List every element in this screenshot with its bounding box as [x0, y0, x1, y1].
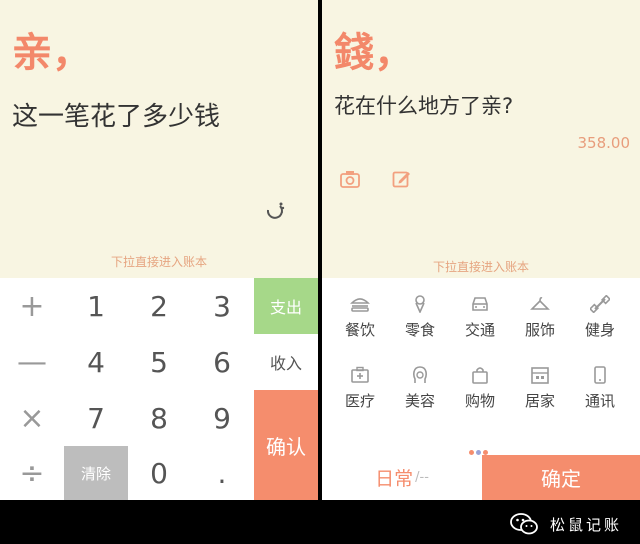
- clear-button[interactable]: 清除: [64, 446, 128, 500]
- bag-icon: [472, 367, 488, 384]
- key-4[interactable]: 4: [64, 334, 128, 390]
- dumbbell-icon: [590, 295, 610, 313]
- divide-key[interactable]: ÷: [0, 446, 64, 500]
- voice-icon[interactable]: [264, 198, 286, 220]
- greeting-title: 亲，: [12, 29, 92, 76]
- category-medical[interactable]: 医疗: [330, 366, 390, 411]
- category-label: 医疗: [344, 392, 375, 410]
- category-beauty[interactable]: 美容: [390, 366, 450, 411]
- camera-icon[interactable]: [340, 170, 360, 188]
- medkit-icon: [351, 366, 369, 383]
- wechat-icon: [510, 513, 538, 535]
- key-3[interactable]: 3: [190, 278, 254, 334]
- watermark: 松鼠记账: [510, 512, 622, 536]
- key-0[interactable]: 0: [128, 446, 190, 500]
- amount-header: 亲， 这一笔花了多少钱 下拉直接进入账本: [0, 0, 318, 278]
- burger-icon: [350, 298, 370, 312]
- mode-suffix: /--: [415, 470, 429, 485]
- face-icon: [413, 366, 427, 383]
- category-clothing[interactable]: 服饰: [510, 295, 570, 340]
- money-title: 錢，: [334, 29, 414, 76]
- plus-key[interactable]: +: [0, 278, 64, 334]
- pull-down-hint-right: 下拉直接进入账本: [432, 260, 529, 274]
- footer-bar: 松鼠记账: [0, 500, 640, 544]
- mode-selector[interactable]: 日常/--: [322, 455, 482, 500]
- car-icon: [472, 297, 488, 311]
- house-icon: [531, 367, 549, 384]
- minus-key[interactable]: —: [0, 334, 64, 390]
- amount-display: 358.00: [577, 134, 631, 152]
- category-header: 錢， 花在什么地方了亲? 358.00 下拉直接进入账本: [322, 0, 640, 278]
- category-label: 交通: [464, 321, 495, 339]
- key-6[interactable]: 6: [190, 334, 254, 390]
- key-7[interactable]: 7: [64, 390, 128, 446]
- confirm-button[interactable]: 确认: [254, 390, 318, 500]
- category-label: 零食: [404, 321, 435, 339]
- key-2[interactable]: 2: [128, 278, 190, 334]
- category-home[interactable]: 居家: [510, 366, 570, 411]
- category-shopping[interactable]: 购物: [450, 366, 510, 411]
- category-transport[interactable]: 交通: [450, 295, 510, 340]
- number-keypad: + 1 2 3 支出 — 4 5 6 收入 × 7 8 9 确认 ÷ 清除 0 …: [0, 278, 318, 500]
- times-key[interactable]: ×: [0, 390, 64, 446]
- expense-button[interactable]: 支出: [254, 278, 318, 334]
- category-telecom[interactable]: 通讯: [570, 366, 630, 411]
- income-button[interactable]: 收入: [254, 334, 318, 390]
- dot-key[interactable]: .: [190, 446, 254, 500]
- category-label: 餐饮: [344, 321, 375, 339]
- amount-question: 这一笔花了多少钱: [12, 102, 221, 132]
- pull-down-hint: 下拉直接进入账本: [110, 255, 207, 269]
- category-label: 美容: [404, 392, 435, 410]
- ok-button[interactable]: 确定: [482, 455, 640, 500]
- key-5[interactable]: 5: [128, 334, 190, 390]
- category-label: 健身: [584, 321, 615, 339]
- hanger-icon: [530, 297, 550, 310]
- note-edit-icon[interactable]: [392, 169, 411, 188]
- category-snacks[interactable]: 零食: [390, 295, 450, 340]
- category-label: 购物: [464, 392, 495, 410]
- key-8[interactable]: 8: [128, 390, 190, 446]
- phone-icon: [594, 366, 606, 384]
- category-food[interactable]: 餐饮: [330, 295, 390, 340]
- key-9[interactable]: 9: [190, 390, 254, 446]
- key-1[interactable]: 1: [64, 278, 128, 334]
- category-label: 居家: [524, 392, 555, 410]
- category-label: 通讯: [584, 392, 615, 410]
- amount-entry-screen: 亲， 这一笔花了多少钱 下拉直接进入账本 + 1 2 3 支出 — 4 5 6 …: [0, 0, 318, 500]
- watermark-text: 松鼠记账: [549, 515, 622, 534]
- icecream-icon: [415, 295, 425, 313]
- category-label: 服饰: [524, 321, 555, 339]
- category-question: 花在什么地方了亲?: [334, 94, 514, 118]
- mode-label: 日常: [375, 468, 414, 490]
- category-screen: 錢， 花在什么地方了亲? 358.00 下拉直接进入账本 餐饮 零食 交通 服饰…: [322, 0, 640, 500]
- category-fitness[interactable]: 健身: [570, 295, 630, 340]
